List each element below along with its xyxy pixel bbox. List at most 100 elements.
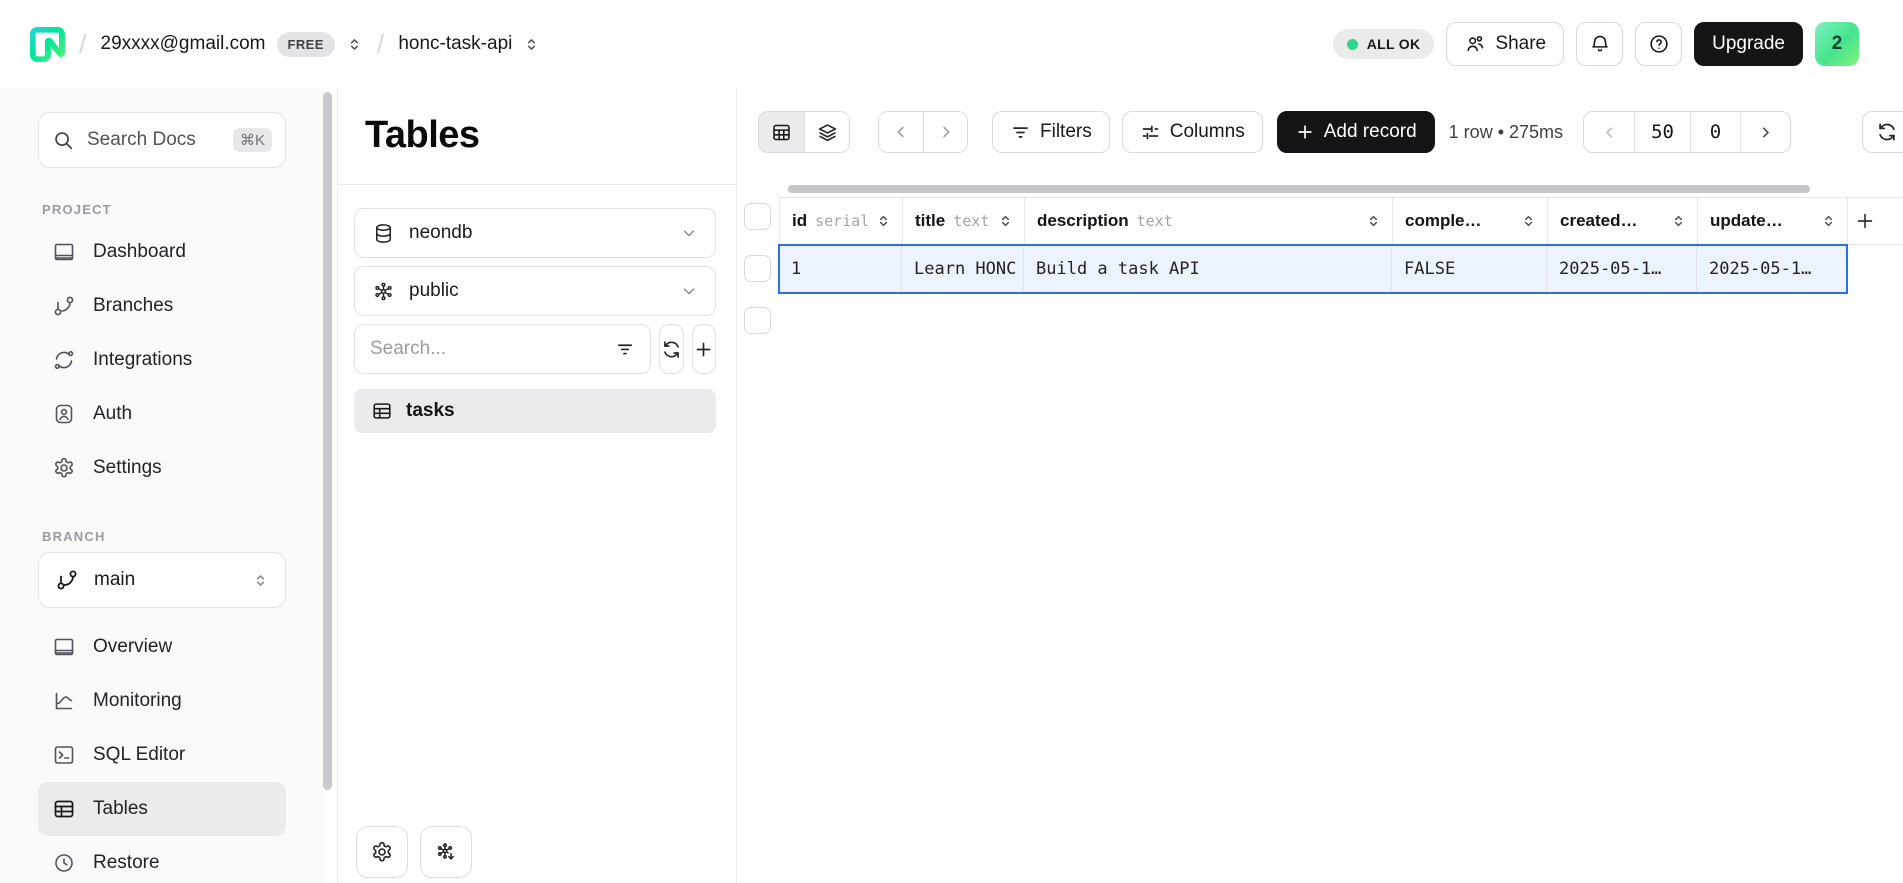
sort-updown-icon[interactable] — [1521, 214, 1536, 229]
column-type: text — [953, 212, 989, 230]
select-all-checkbox[interactable] — [744, 203, 771, 230]
neon-console: / 29xxxx@gmail.com FREE / honc-task-api … — [0, 0, 1903, 883]
filter-lines-icon — [1010, 122, 1031, 143]
column-header-title[interactable]: title text — [903, 198, 1025, 244]
filters-button[interactable]: Filters — [992, 111, 1110, 153]
sort-updown-icon[interactable] — [998, 214, 1013, 229]
status-ok-dot-icon — [1347, 39, 1358, 50]
sidebar-scrollbar[interactable] — [323, 92, 332, 790]
sidebar-item-tables[interactable]: Tables — [38, 782, 286, 836]
project-section-label: PROJECT — [42, 202, 286, 217]
account-selector[interactable]: 29xxxx@gmail.com FREE — [101, 32, 363, 57]
notification-count-badge[interactable]: 2 — [1815, 22, 1859, 66]
sort-updown-icon[interactable] — [1671, 214, 1686, 229]
cell-value: 2025-05-1… — [1559, 259, 1661, 279]
filter-lines-icon[interactable] — [615, 339, 635, 359]
sidebar-item-branches[interactable]: Branches — [38, 279, 286, 333]
table-search-input[interactable] — [370, 338, 615, 360]
column-header-id[interactable]: id serial — [780, 198, 903, 244]
sidebar-item-integrations[interactable]: Integrations — [38, 333, 286, 387]
cell-updated-at[interactable]: 2025-05-1… — [1697, 245, 1847, 293]
row-checkbox[interactable] — [744, 307, 771, 334]
table-search-row — [354, 324, 716, 374]
sort-updown-icon[interactable] — [1821, 214, 1836, 229]
refresh-icon — [1876, 121, 1898, 143]
sidebar-item-label: Overview — [93, 636, 172, 658]
column-header-completed[interactable]: comple… — [1393, 198, 1548, 244]
view-mode-toggle — [758, 111, 850, 153]
plus-icon — [693, 339, 714, 360]
cell-id[interactable]: 1 — [779, 245, 902, 293]
column-header-description[interactable]: description text — [1025, 198, 1393, 244]
refresh-data-button[interactable] — [1862, 111, 1903, 153]
upgrade-button[interactable]: Upgrade — [1694, 22, 1803, 66]
table-settings-button[interactable] — [356, 826, 408, 878]
column-name: id — [792, 211, 807, 231]
layers-view-button[interactable] — [804, 112, 849, 152]
account-email: 29xxxx@gmail.com — [101, 33, 266, 55]
grid-view-button[interactable] — [759, 112, 804, 152]
next-page-button[interactable] — [923, 112, 967, 152]
gear-icon — [370, 840, 394, 864]
sidebar-item-restore[interactable]: Restore — [38, 836, 286, 883]
pagination-prev-button[interactable] — [1584, 112, 1634, 152]
column-type: serial — [815, 212, 869, 230]
page-offset-field[interactable]: 0 — [1690, 112, 1740, 152]
sort-updown-icon[interactable] — [1366, 214, 1381, 229]
topbar-actions: ALL OK Share Upgrade — [1333, 22, 1859, 66]
top-bar: / 29xxxx@gmail.com FREE / honc-task-api … — [0, 0, 1903, 88]
search-docs-button[interactable]: Search Docs ⌘K — [38, 112, 286, 168]
column-name: comple… — [1405, 211, 1482, 231]
branch-nav: Overview Monitoring SQL Editor Tables — [38, 620, 286, 883]
project-selector[interactable]: honc-task-api — [398, 33, 540, 55]
help-button[interactable] — [1635, 22, 1682, 66]
cell-completed[interactable]: FALSE — [1392, 245, 1547, 293]
sort-updown-icon[interactable] — [876, 214, 891, 229]
database-selector[interactable]: neondb — [354, 208, 716, 258]
neon-logo-icon[interactable] — [30, 27, 65, 62]
chevron-updown-icon — [523, 36, 540, 53]
pagination-next-button[interactable] — [1740, 112, 1790, 152]
add-column-button[interactable] — [1848, 198, 1903, 244]
search-icon — [52, 129, 74, 151]
sidebar-item-monitoring[interactable]: Monitoring — [38, 674, 286, 728]
clock-restore-icon — [52, 851, 76, 875]
cell-description[interactable]: Build a task API — [1024, 245, 1392, 293]
sidebar-item-label: Integrations — [93, 349, 192, 371]
column-name: created… — [1560, 211, 1637, 231]
row-checkbox[interactable] — [744, 255, 771, 282]
cell-created-at[interactable]: 2025-05-1… — [1547, 245, 1697, 293]
page-offset-value: 0 — [1710, 121, 1721, 143]
horizontal-scrollbar[interactable] — [788, 185, 1810, 193]
page-size-field[interactable]: 50 — [1634, 112, 1690, 152]
share-button[interactable]: Share — [1446, 22, 1564, 66]
status-badge[interactable]: ALL OK — [1333, 29, 1435, 59]
chart-line-icon — [52, 689, 76, 713]
sidebar-item-settings[interactable]: Settings — [38, 441, 286, 495]
table-list-item-tasks[interactable]: tasks — [354, 389, 716, 433]
columns-button[interactable]: Columns — [1122, 111, 1263, 153]
sidebar-item-overview[interactable]: Overview — [38, 620, 286, 674]
sidebar-item-sql-editor[interactable]: SQL Editor — [38, 728, 286, 782]
prev-page-button[interactable] — [879, 112, 923, 152]
sidebar-item-dashboard[interactable]: Dashboard — [38, 225, 286, 279]
search-docs-label: Search Docs — [87, 129, 196, 151]
notifications-button[interactable] — [1576, 22, 1623, 66]
refresh-tables-button[interactable] — [659, 324, 684, 374]
chevron-down-icon — [680, 282, 698, 300]
column-header-created[interactable]: created… — [1548, 198, 1698, 244]
cell-title[interactable]: Learn HONC — [902, 245, 1024, 293]
cell-value: Learn HONC — [914, 259, 1016, 279]
export-schema-button[interactable] — [420, 826, 472, 878]
sidebar-item-auth[interactable]: Auth — [38, 387, 286, 441]
schema-selector[interactable]: public — [354, 266, 716, 316]
table-data-view: Filters Columns Add record 1 row • 275ms — [737, 88, 1903, 883]
branch-selector[interactable]: main — [38, 552, 286, 608]
table-row[interactable]: 1 Learn HONC Build a task API FALSE 2025… — [779, 245, 1847, 293]
column-header-updated[interactable]: update… — [1698, 198, 1848, 244]
column-name: description — [1037, 211, 1129, 231]
chevron-right-icon — [1757, 124, 1774, 141]
add-table-button[interactable] — [692, 324, 717, 374]
add-record-button[interactable]: Add record — [1277, 111, 1435, 153]
result-summary: 1 row • 275ms — [1449, 122, 1563, 143]
